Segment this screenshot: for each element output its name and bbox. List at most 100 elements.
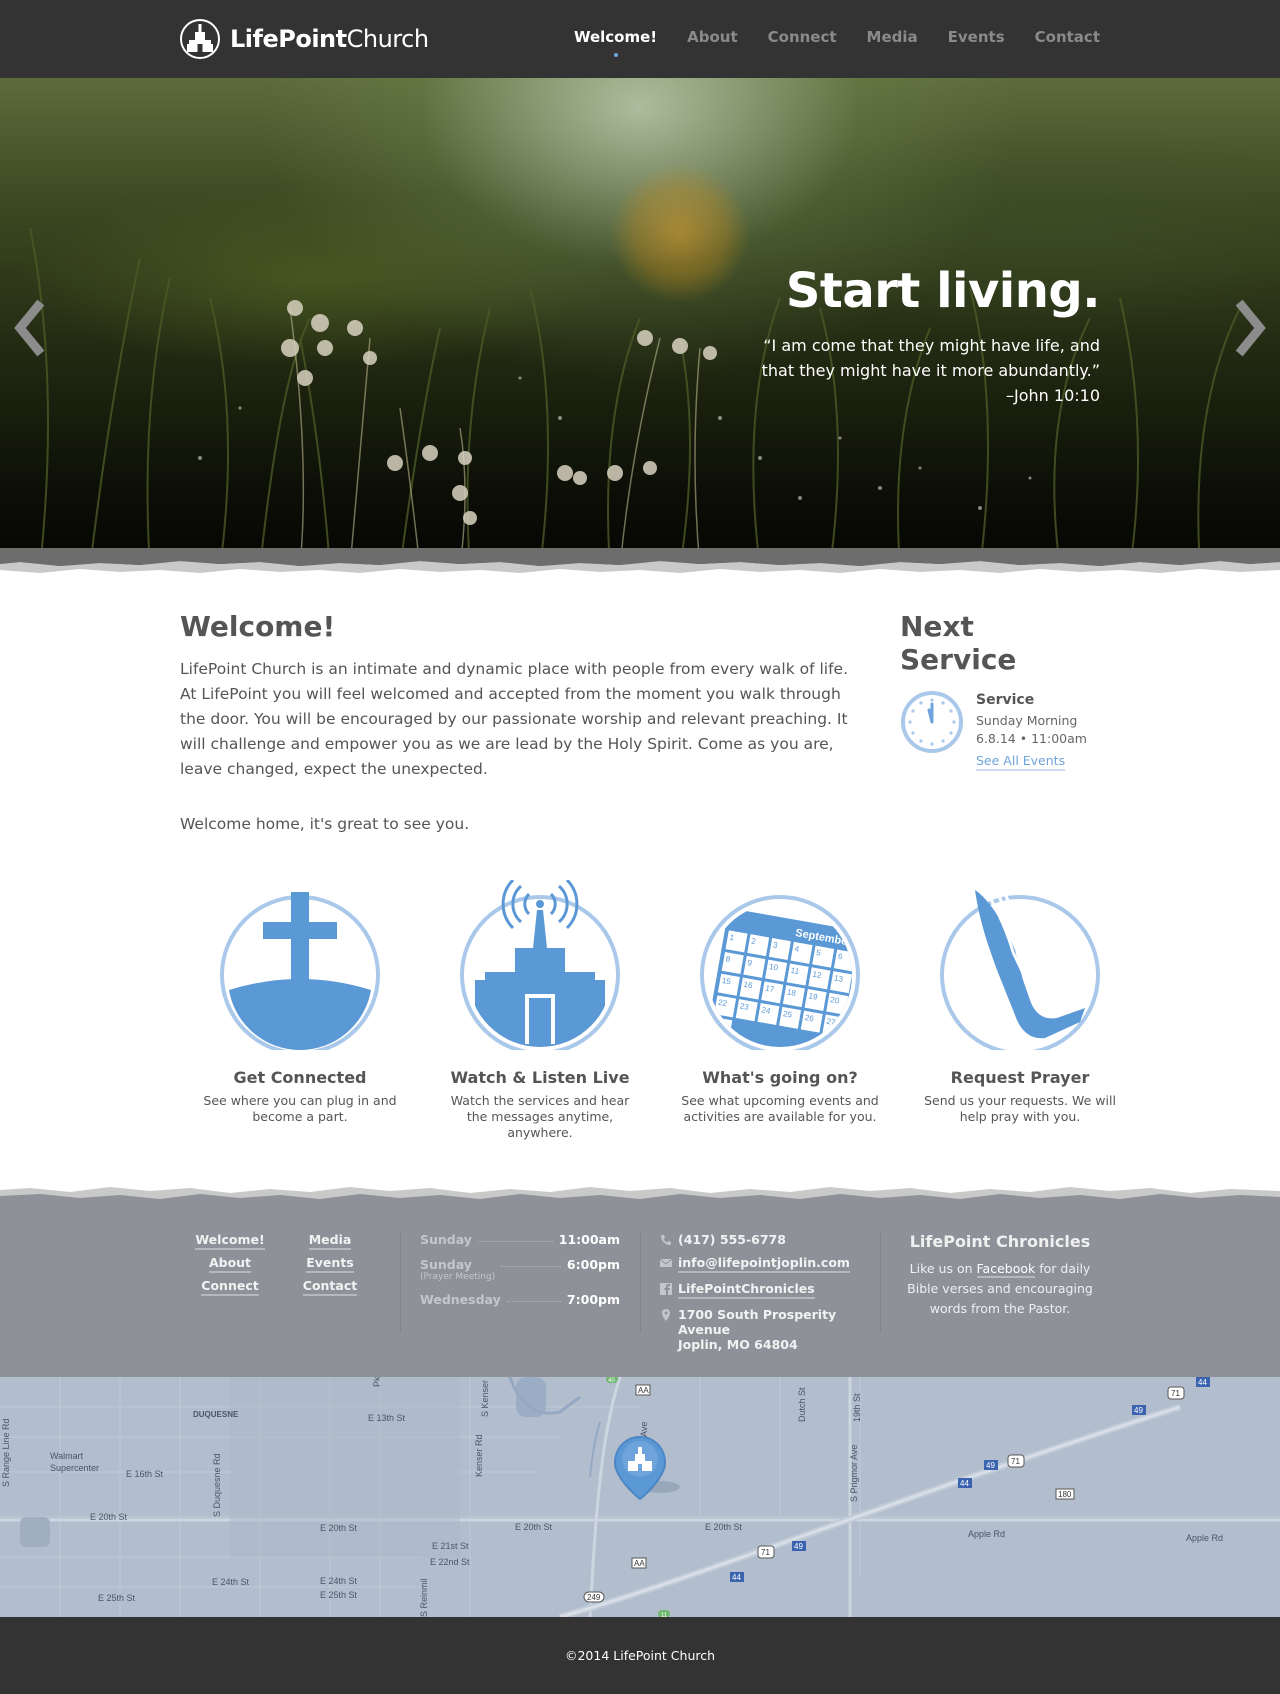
map-label: E 22nd St (430, 1557, 470, 1567)
hero-quote-line2: that they might have it more abundantly.… (761, 361, 1100, 380)
service-time-row: Sunday 11:00am (420, 1232, 620, 1247)
map-graphic: DUQUESNE E 13th St Walmart Supercenter E… (0, 1377, 1280, 1617)
footer-divider (640, 1232, 641, 1332)
footer-link-label: Connect (201, 1278, 259, 1296)
phone-icon (661, 1235, 671, 1245)
service-day: Wednesday (420, 1292, 501, 1307)
nav-item-contact[interactable]: Contact (1035, 28, 1100, 46)
footer-link-welcome[interactable]: Welcome! (180, 1232, 280, 1250)
nav-item-media[interactable]: Media (867, 28, 918, 46)
footer-link-label: Contact (302, 1278, 358, 1296)
slider-next-arrow-icon[interactable] (1232, 298, 1272, 358)
map-label: Apple Rd (968, 1529, 1005, 1539)
page: LifePointChurch Welcome! About Connect M… (0, 0, 1280, 1694)
welcome-section: Welcome! LifePoint Church is an intimate… (180, 610, 860, 837)
email-link: info@lifepointjoplin.com (678, 1255, 850, 1273)
feature-get-connected[interactable]: Get Connected See where you can plug in … (180, 880, 420, 1141)
next-service-datetime: 6.8.14 • 11:00am (976, 731, 1087, 746)
map-label: DUQUESNE (193, 1410, 239, 1419)
map-shield: 71 (1011, 1457, 1020, 1466)
feature-title: Watch & Listen Live (450, 1068, 630, 1087)
feature-desc: Watch the services and hear the messages… (450, 1093, 630, 1140)
service-note: (Prayer Meeting) (420, 1272, 496, 1282)
map-label: S Kenser (480, 1380, 490, 1417)
next-service-heading: Next Service (900, 610, 1017, 676)
map-label: 19th St (852, 1393, 862, 1422)
map-shield: 49 (1134, 1406, 1143, 1415)
site-header: LifePointChurch Welcome! About Connect M… (0, 0, 1280, 78)
feature-request-prayer[interactable]: Request Prayer Send us your requests. We… (900, 880, 1140, 1141)
footer-link-label: Events (306, 1255, 354, 1273)
torn-edge-divider (0, 548, 1280, 573)
map-shield: 71 (761, 1548, 770, 1557)
nav-item-events[interactable]: Events (948, 28, 1005, 46)
map-label: Walmart (50, 1451, 84, 1461)
service-times: Sunday 11:00am Sunday (Prayer Meeting) 6:… (420, 1232, 620, 1317)
logo[interactable]: LifePointChurch (180, 18, 429, 60)
map-label: E 20th St (705, 1522, 743, 1532)
map-shield: 49 (986, 1461, 995, 1470)
footer-divider (880, 1232, 881, 1332)
see-all-events-link[interactable]: See All Events (976, 753, 1066, 771)
envelope-icon (660, 1258, 672, 1267)
map-label: S Range Line Rd (1, 1418, 11, 1487)
copyright-text: ©2014 LifePoint Church (564, 1648, 716, 1663)
next-service: Next Service Service Sunday Morning 6.8.… (900, 610, 1100, 771)
map-shield: 44 (960, 1479, 969, 1488)
slider-prev-arrow-icon[interactable] (8, 298, 48, 358)
service-time: 7:00pm (566, 1292, 620, 1307)
church-logo-icon (180, 19, 220, 59)
address-line1: 1700 South Prosperity Avenue (678, 1307, 837, 1337)
contact-phone[interactable]: (417) 555-6778 (660, 1232, 880, 1247)
footer-link-about[interactable]: About (180, 1255, 280, 1273)
feature-title: Request Prayer (950, 1068, 1090, 1087)
hero-caption: Start living. “I am come that they might… (761, 263, 1101, 408)
nav-item-connect[interactable]: Connect (768, 28, 837, 46)
map-label: E 16th St (126, 1469, 164, 1479)
facebook-page-link[interactable]: Facebook (976, 1261, 1036, 1278)
hero-slider: Start living. “I am come that they might… (0, 78, 1280, 568)
site-footer: Welcome! Media About Events Connect Cont… (0, 1200, 1280, 1377)
contact-info: (417) 555-6778 info@lifepointjoplin.com … (660, 1232, 880, 1360)
map-label: Apple Rd (1186, 1533, 1223, 1543)
service-time: 11:00am (558, 1232, 620, 1247)
map-label: E 25th St (320, 1590, 358, 1600)
contact-email[interactable]: info@lifepointjoplin.com (660, 1255, 880, 1273)
praying-hands-icon (940, 887, 1100, 1050)
map-shield: 44 (1198, 1378, 1207, 1387)
address-line2: Joplin, MO 64804 (678, 1337, 798, 1352)
footer-link-events[interactable]: Events (280, 1255, 380, 1273)
feature-events[interactable]: September 1 2 3 4 5 6 8 9 10 11 12 13 15 16 17 18 19 20 22… (660, 880, 900, 1141)
footer-divider (400, 1232, 401, 1332)
map-label: E 21st St (432, 1541, 469, 1551)
map-label: E 24th St (320, 1576, 358, 1586)
map-label: S Duquesne Rd (212, 1453, 222, 1517)
footer-link-media[interactable]: Media (280, 1232, 380, 1250)
footer-link-contact[interactable]: Contact (280, 1278, 380, 1296)
welcome-heading: Welcome! (180, 610, 336, 643)
logo-text: LifePointChurch (230, 25, 429, 53)
map-label: E 24th St (212, 1577, 250, 1587)
welcome-body: LifePoint Church is an intimate and dyna… (180, 660, 849, 778)
map-label: E 25th St (98, 1593, 136, 1603)
chronicles: LifePoint Chronicles Like us on Facebook… (900, 1232, 1100, 1319)
hero-title: Start living. (785, 263, 1101, 319)
location-map[interactable]: DUQUESNE E 13th St Walmart Supercenter E… (0, 1377, 1280, 1617)
map-label: Ave (639, 1422, 649, 1437)
logo-text-bold: LifePoint (230, 25, 347, 53)
map-label: E 20th St (515, 1522, 553, 1532)
footer-link-label: Welcome! (195, 1232, 265, 1250)
service-day: Sunday (420, 1232, 472, 1247)
clock-icon (901, 691, 963, 753)
footer-link-connect[interactable]: Connect (180, 1278, 280, 1296)
feature-desc: See what upcoming events and activities … (681, 1093, 879, 1124)
map-label: S Reinmil (419, 1578, 429, 1617)
nav-item-about[interactable]: About (687, 28, 738, 46)
feature-desc: See where you can plug in and become a p… (203, 1093, 397, 1124)
map-label: Supercenter (50, 1463, 99, 1473)
feature-title: Get Connected (233, 1068, 367, 1087)
nav-item-welcome[interactable]: Welcome! (574, 28, 657, 57)
contact-facebook[interactable]: LifePointChronicles (660, 1281, 880, 1299)
map-label: E 20th St (320, 1523, 358, 1533)
feature-watch-listen[interactable]: Watch & Listen Live Watch the services a… (420, 880, 660, 1141)
